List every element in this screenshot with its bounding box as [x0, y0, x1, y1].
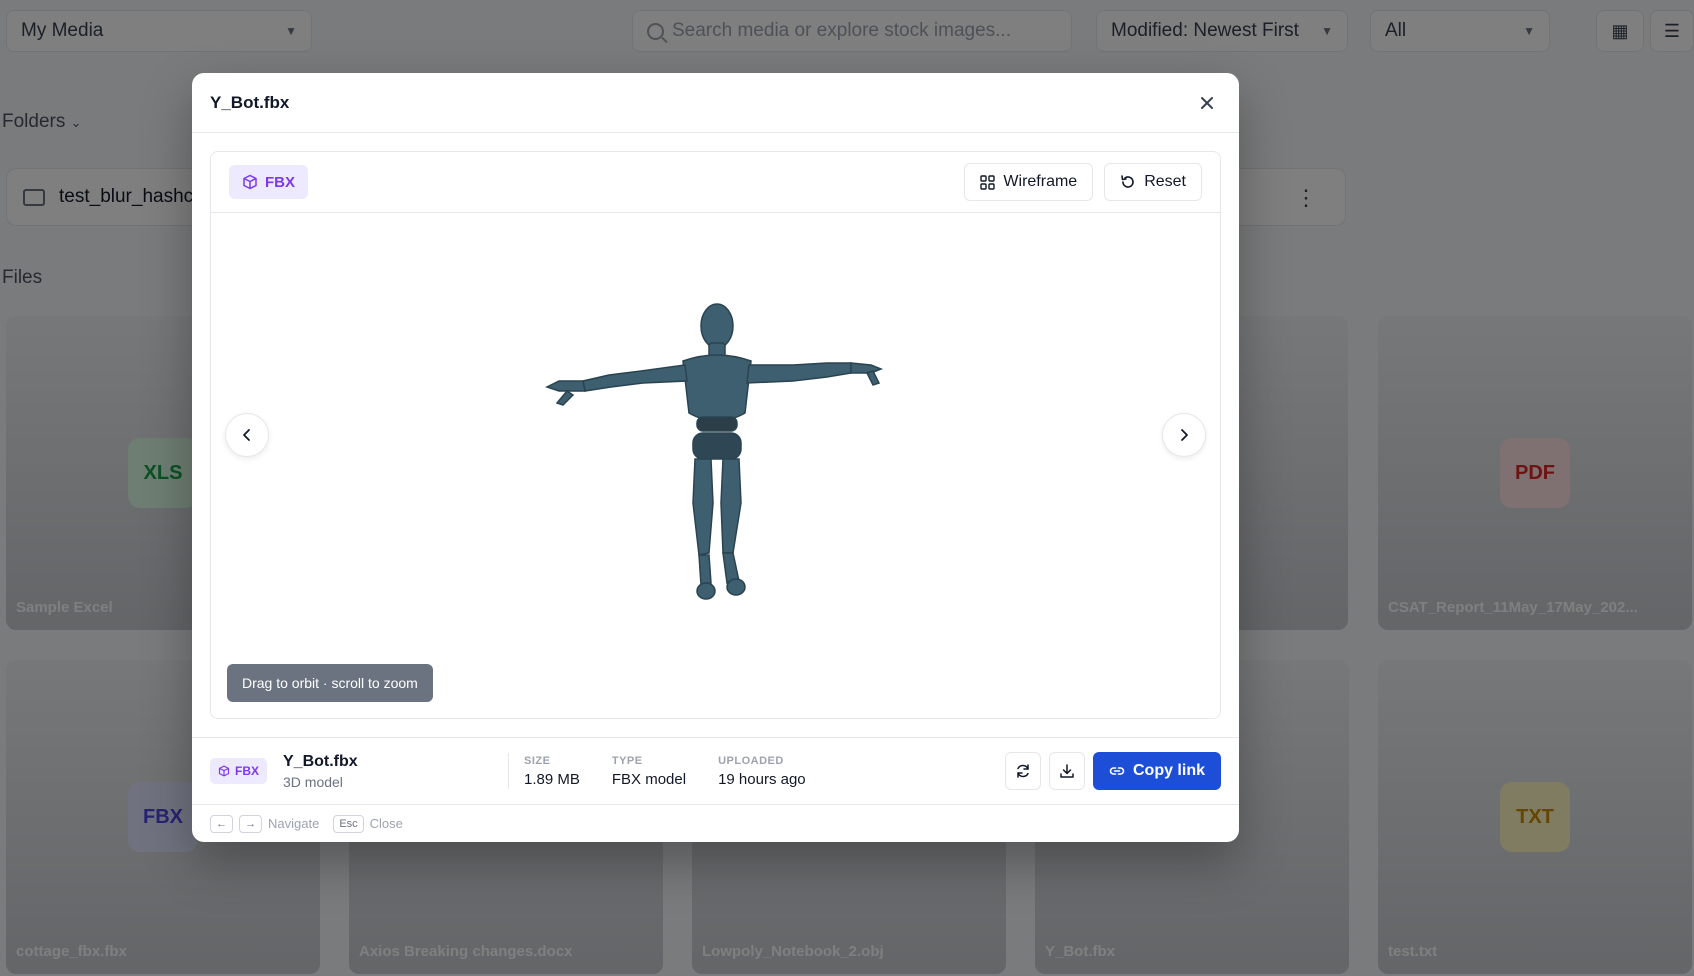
- navigate-label: Navigate: [268, 816, 320, 831]
- preview-modal: Y_Bot.fbx FBX Wireframe Reset Drag to or…: [192, 73, 1239, 842]
- file-actions: Copy link: [1004, 752, 1221, 790]
- size-value: 1.89 MB: [524, 770, 580, 788]
- viewer-toolbar: FBX Wireframe Reset: [211, 152, 1220, 213]
- uploaded-label: UPLOADED: [718, 754, 784, 767]
- previous-button[interactable]: [225, 413, 269, 457]
- file-format-chip: FBX: [210, 758, 267, 784]
- model-canvas[interactable]: Drag to orbit · scroll to zoom: [211, 213, 1220, 718]
- file-name: Y_Bot.fbx: [283, 752, 358, 770]
- close-button[interactable]: [1193, 89, 1221, 117]
- size-meta: SIZE 1.89 MB: [524, 755, 580, 788]
- close-label: Close: [369, 816, 403, 831]
- wireframe-label: Wireframe: [1003, 173, 1078, 190]
- format-chip: FBX: [229, 165, 308, 199]
- reset-label: Reset: [1144, 173, 1186, 190]
- uploaded-value: 19 hours ago: [718, 770, 806, 788]
- close-icon: [1201, 96, 1213, 109]
- modal-title: Y_Bot.fbx: [210, 92, 290, 112]
- file-name-block: Y_Bot.fbx 3D model: [283, 753, 508, 790]
- download-icon: [1060, 764, 1074, 778]
- type-value: FBX model: [611, 770, 687, 788]
- model-viewer: FBX Wireframe Reset Drag to orbit · scro…: [210, 151, 1221, 719]
- replace-button[interactable]: [1004, 752, 1041, 790]
- divider: [508, 753, 509, 789]
- right-arrow-key: →: [239, 814, 262, 833]
- reset-button[interactable]: Reset: [1104, 163, 1202, 201]
- modal-header: Y_Bot.fbx: [192, 73, 1239, 133]
- left-arrow-key: ←: [210, 814, 233, 833]
- model-render: [545, 303, 884, 600]
- next-button[interactable]: [1162, 413, 1206, 457]
- format-chip-label: FBX: [265, 173, 295, 191]
- grid-icon: [980, 174, 996, 190]
- download-button[interactable]: [1048, 752, 1085, 790]
- chevron-right-icon: [1181, 429, 1188, 441]
- refresh-icon: [1017, 764, 1029, 778]
- type-meta: TYPE FBX model: [612, 755, 686, 788]
- cube-icon: [218, 765, 230, 777]
- file-info-bar: FBX Y_Bot.fbx 3D model SIZE 1.89 MB TYPE…: [192, 737, 1239, 805]
- chevron-left-icon: [243, 429, 250, 441]
- copy-link-label: Copy link: [1132, 762, 1205, 779]
- uploaded-meta: UPLOADED 19 hours ago: [718, 755, 806, 788]
- esc-key: Esc: [333, 814, 364, 833]
- cube-icon: [243, 174, 257, 190]
- copy-link-button[interactable]: Copy link: [1092, 752, 1221, 790]
- size-label: SIZE: [524, 754, 551, 767]
- wireframe-button[interactable]: Wireframe: [964, 163, 1094, 201]
- link-icon: [1109, 767, 1125, 775]
- file-format-label: FBX: [235, 764, 259, 778]
- file-subtitle: 3D model: [283, 773, 343, 790]
- keyboard-hints: ← → Navigate Esc Close: [192, 805, 1239, 842]
- type-label: TYPE: [611, 754, 643, 767]
- reset-icon: [1121, 175, 1134, 188]
- orbit-hint: Drag to orbit · scroll to zoom: [227, 664, 433, 702]
